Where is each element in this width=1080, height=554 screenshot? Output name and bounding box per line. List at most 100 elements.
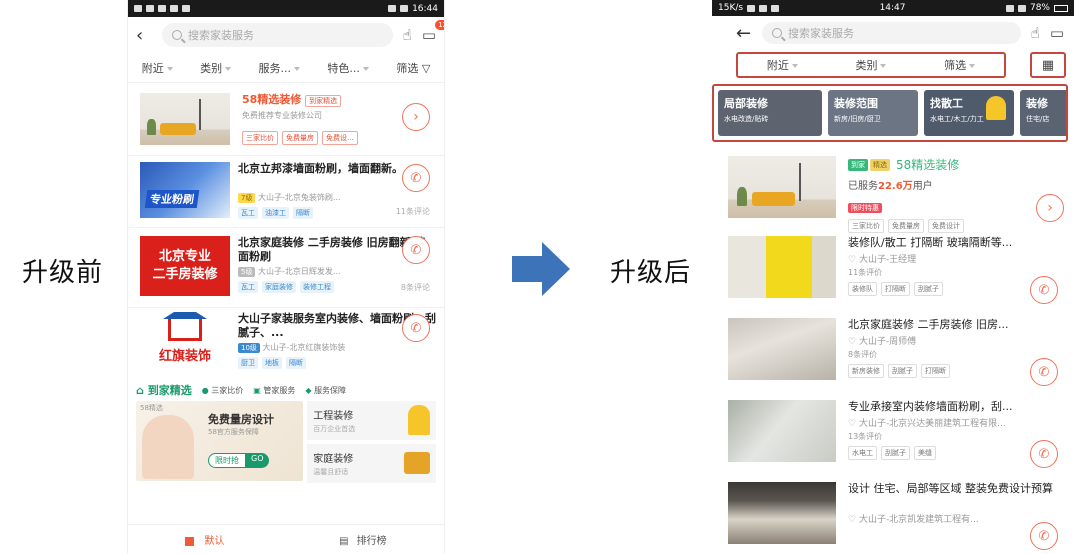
category-card[interactable]: 局部装修 水电改造/贴砖 [718,90,822,136]
category-card[interactable]: 装修 住宅/店 [1020,90,1066,136]
filter-screen[interactable]: 筛选 [944,57,976,73]
category-strip: 局部装修 水电改造/贴砖 装修范围 新房/旧房/厨卫 找散工 水电工/木工/力工 装修… [712,84,1068,142]
featured-item[interactable]: 58精选装修 到家精选 免费推荐专业装修公司 三家比价 免费量房 免费设... … [128,83,444,155]
status-bar: 16:44 [128,0,444,17]
listing-item[interactable]: 北京家庭装修 二手房装修 旧房... ♡ 大山子-周师傅 8条评价 新房装修 刮… [712,318,1074,396]
listing-sub: 大山子-周师傅 [858,337,917,347]
phone-icon[interactable]: ✆ [1030,440,1058,468]
header: ← 搜索家装服务 ☝ ▭ [712,16,1074,50]
review-count: 11条评价 [848,268,883,277]
listing-tag: 美缝 [914,446,936,460]
chevron-right-icon[interactable]: › [402,103,430,131]
listing-item[interactable]: 专业承接室内装修墙面粉刷，刮... ♡ 大山子-北京兴达美丽建筑工程有限... … [712,400,1074,478]
promo-engineering[interactable]: 工程装修 百万企业首选 [307,401,436,440]
listing-tag: 瓦工 [238,281,258,293]
review-count: 8条评价 [848,350,878,359]
tab-default[interactable]: 默认 [185,532,224,547]
filter-screen[interactable]: 筛选 ▽ [396,60,430,76]
filter-feature[interactable]: 特色... [327,60,369,76]
listing-sub: 大山子-北京兴达美丽建筑工程有限... [858,419,1006,429]
featured-thumb [140,93,230,145]
house-logo-icon [163,312,207,341]
featured-badge: 精选 [870,158,890,171]
after-label: 升级后 [610,258,692,288]
listing-thumb: 北京专业 二手房装修 [140,236,230,296]
featured-tag: 三家比价 [848,219,884,233]
wave-icon[interactable]: ☝ [403,26,412,44]
featured-tag: 免费设计 [928,219,964,233]
header: ‹ 搜索家装服务 ☝ ▭12 [128,17,444,53]
phone-icon[interactable]: ✆ [402,236,430,264]
category-card[interactable]: 找散工 水电工/木工/力工 [924,90,1014,136]
promo-main[interactable]: 58精选 免费量房设计 58官方服务保障 限时抢 GO [136,401,304,481]
phone-after: 15K/s 14:47 78% ← 搜索家装服务 ☝ ▭ 附近 类别 筛选 ▦ … [712,0,1074,554]
promo-area: 58精选 免费量房设计 58官方服务保障 限时抢 GO 工程装修 百万企业首选 家… [128,401,444,483]
daojia-feature: ● 三家比价 [201,385,244,395]
listing-tag: 装修工程 [300,281,334,293]
filter-service[interactable]: 服务... [259,60,301,76]
filter-category[interactable]: 类别 [855,57,887,73]
listing-item[interactable]: 北京专业 二手房装修 北京家庭装修 二手房装修 旧房翻新 墙面粉刷 5级 大山子-… [128,227,444,307]
status-bar: 15K/s 14:47 78% [712,0,1074,16]
message-icon[interactable]: ▭ [1050,24,1064,42]
featured-thumb [728,156,836,218]
tab-ranking[interactable]: ▤ 排行榜 [339,532,386,547]
listing-tag: 家庭装修 [262,281,296,293]
phone-icon[interactable]: ✆ [402,164,430,192]
listing-tag: 地板 [262,357,282,369]
daojia-bar: ⌂ 到家精选 ● 三家比价 ▣ 管家服务 ◆ 服务保障 [128,379,444,401]
listing-title: 设计 住宅、局部等区域 整装免费设计预算 [848,482,1053,495]
level-badge: 5级 [238,267,256,277]
promo-home[interactable]: 家庭装修 温馨且舒适 [307,444,436,483]
listing-thumb [728,400,836,462]
listing-sub: 大山子-北京兔装饰刷... [258,193,341,202]
listing-thumb: 红旗装饰 [140,312,230,370]
review-count: 8条评论 [400,283,430,292]
phone-before: 16:44 ‹ 搜索家装服务 ☝ ▭12 附近 类别 服务... 特色... 筛… [127,0,445,554]
phone-icon[interactable]: ✆ [402,314,430,342]
listing-thumb [728,318,836,380]
level-badge: 7级 [238,193,256,203]
featured-tag: 免费设... [322,131,358,145]
listing-tag: 油漆工 [262,207,289,219]
back-icon[interactable]: ← [736,23,752,44]
worker-icon [408,405,430,435]
listing-sub: 大山子-北京凯发建筑工程有... [858,515,979,525]
filter-category[interactable]: 类别 [200,60,232,76]
status-time: 16:44 [412,3,438,14]
promo-cta[interactable]: 限时抢 GO [208,453,269,468]
message-icon[interactable]: ▭12 [422,20,444,44]
listing-item[interactable]: 红旗装饰 大山子家装服务室内装修、墙面粉刷，刮腻子、... 10级 大山子-北京… [128,307,444,379]
back-icon[interactable]: ‹ [136,25,152,46]
chevron-right-icon[interactable]: › [1036,194,1064,222]
filter-nearby[interactable]: 附近 [142,60,173,76]
filter-row: 附近 类别 筛选 ▦ [712,50,1074,82]
phone-icon[interactable]: ✆ [1030,276,1058,304]
listing-item[interactable]: 装修队/散工 打隔断 玻璃隔断等... ♡ 大山子-王经理 11条评价 装修队 … [712,236,1074,314]
featured-item[interactable]: 到家 精选 58精选装修 已服务22.6万用户 限时特惠 三家比价 免费量房 免… [712,152,1074,233]
layout-toggle-icon[interactable]: ▦ [1030,52,1066,78]
featured-badge: 到家 [848,158,868,171]
phone-icon[interactable]: ✆ [1030,522,1058,550]
listing-item[interactable]: 专业粉刷 北京立邦漆墙面粉刷，墙面翻新。 7级 大山子-北京兔装饰刷... 瓦工… [128,155,444,227]
phone-icon[interactable]: ✆ [1030,358,1058,386]
listing-tag: 隔断 [286,357,306,369]
featured-tag: 免费量房 [888,219,924,233]
arrow-right-icon [512,242,570,296]
listing-item[interactable]: 设计 住宅、局部等区域 整装免费设计预算 ♡ 大山子-北京凯发建筑工程有... … [712,482,1074,554]
search-input[interactable]: 搜索家装服务 [762,22,1021,44]
listing-thumb [728,236,836,298]
filter-bar: 附近 类别 筛选 [736,52,1006,78]
wave-icon[interactable]: ☝ [1031,24,1040,42]
level-badge: 10级 [238,343,260,353]
bottom-bar: 默认 ▤ 排行榜 [128,524,444,554]
before-label: 升级前 [22,258,104,288]
filter-bar: 附近 类别 服务... 特色... 筛选 ▽ [128,53,444,83]
search-input[interactable]: 搜索家装服务 [162,23,393,47]
listing-tag: 瓦工 [238,207,258,219]
filter-nearby[interactable]: 附近 [767,57,798,73]
daojia-feature: ▣ 管家服务 [253,385,296,395]
category-card[interactable]: 装修范围 新房/旧房/厨卫 [828,90,918,136]
listing-tag: 装修队 [848,282,877,296]
listing-tag: 新房装修 [848,364,884,378]
